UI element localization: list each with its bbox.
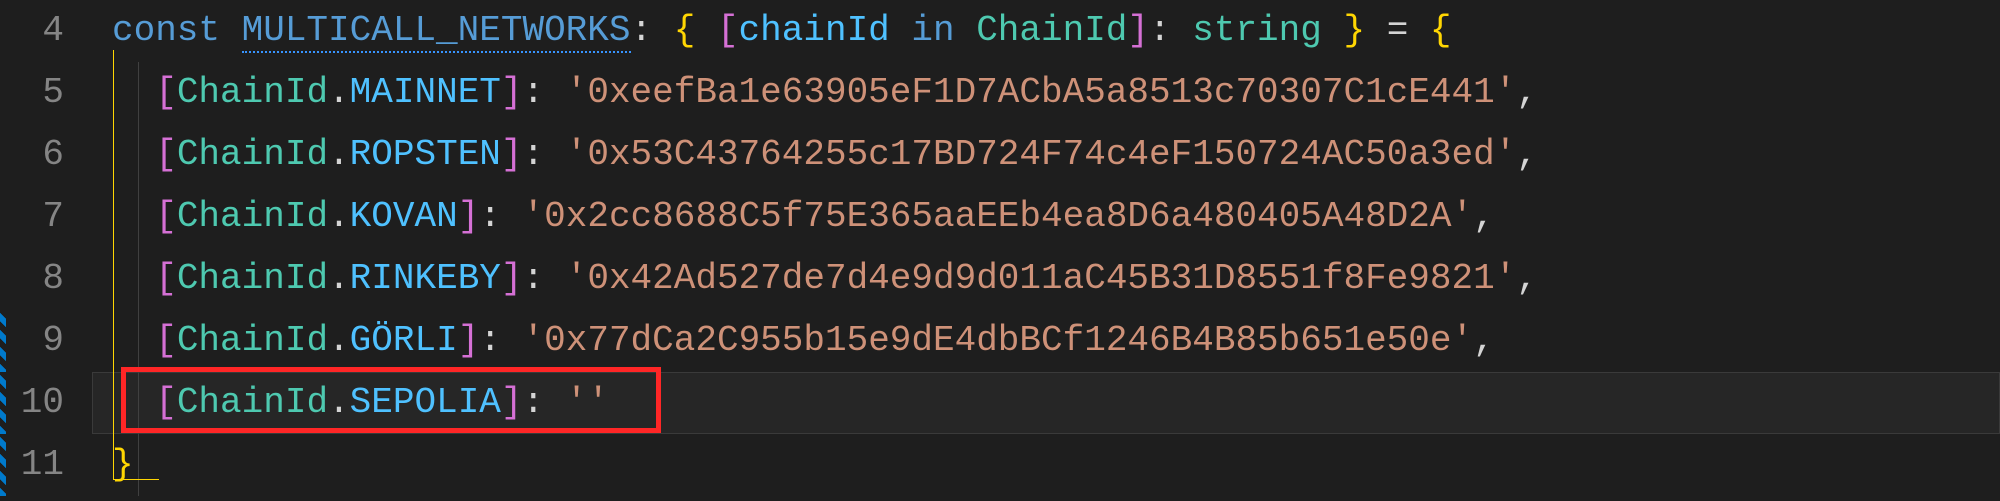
code-token: chainId	[739, 10, 912, 51]
code-token: SEPOLIA	[350, 382, 501, 423]
code-token	[695, 10, 717, 51]
code-content[interactable]: [ChainId.GÖRLI]: '0x77dCa2C955b15e9dE4db…	[92, 310, 2000, 372]
code-line[interactable]: 4const MULTICALL_NETWORKS: { [chainId in…	[0, 0, 2000, 62]
code-line[interactable]: 5 [ChainId.MAINNET]: '0xeefBa1e63905eF1D…	[0, 62, 2000, 124]
code-token: [	[155, 258, 177, 299]
code-token: ChainId	[177, 196, 328, 237]
code-token: [	[155, 320, 177, 361]
code-token: ChainId	[976, 10, 1127, 51]
code-token: :	[523, 382, 566, 423]
code-token: [	[717, 10, 739, 51]
code-content[interactable]: [ChainId.ROPSTEN]: '0x53C43764255c17BD72…	[92, 124, 2000, 186]
code-token: ChainId	[177, 134, 328, 175]
code-token: ROPSTEN	[350, 134, 501, 175]
code-token: ]	[501, 258, 523, 299]
code-token: KOVAN	[350, 196, 458, 237]
code-token: '0xeefBa1e63905eF1D7ACbA5a8513c70307C1cE…	[566, 72, 1517, 113]
line-number: 11	[0, 434, 92, 496]
code-token: ChainId	[177, 258, 328, 299]
code-token: {	[1430, 10, 1452, 51]
code-content[interactable]: [ChainId.SEPOLIA]: ''	[92, 372, 2000, 434]
code-line[interactable]: 10 [ChainId.SEPOLIA]: ''	[0, 372, 2000, 434]
code-line[interactable]: 7 [ChainId.KOVAN]: '0x2cc8688C5f75E365aa…	[0, 186, 2000, 248]
code-token: '0x53C43764255c17BD724F74c4eF150724AC50a…	[566, 134, 1517, 175]
code-token: string	[1192, 10, 1322, 51]
code-token: ,	[1473, 320, 1495, 361]
code-content[interactable]: [ChainId.MAINNET]: '0xeefBa1e63905eF1D7A…	[92, 62, 2000, 124]
code-token: .	[328, 196, 350, 237]
code-token: ,	[1516, 72, 1538, 113]
code-token: MULTICALL_NETWORKS	[242, 10, 631, 53]
code-token: :	[523, 72, 566, 113]
code-token: .	[328, 258, 350, 299]
code-token: ]	[501, 134, 523, 175]
code-line[interactable]: 9 [ChainId.GÖRLI]: '0x77dCa2C955b15e9dE4…	[0, 310, 2000, 372]
code-content[interactable]: const MULTICALL_NETWORKS: { [chainId in …	[92, 0, 2000, 62]
code-token: ]	[501, 382, 523, 423]
code-token: ChainId	[177, 320, 328, 361]
line-number: 8	[0, 248, 92, 310]
line-number: 7	[0, 186, 92, 248]
line-number: 10	[0, 372, 92, 434]
code-token: {	[674, 10, 696, 51]
line-number: 6	[0, 124, 92, 186]
code-token: :	[1149, 10, 1192, 51]
code-content[interactable]: }	[92, 434, 2000, 496]
line-number: 9	[0, 310, 92, 372]
code-token: :	[479, 320, 522, 361]
code-token: '0x77dCa2C955b15e9dE4dbBCf1246B4B85b651e…	[523, 320, 1474, 361]
code-token: :	[523, 134, 566, 175]
code-token: [	[155, 196, 177, 237]
code-token: ,	[1516, 258, 1538, 299]
line-number: 4	[0, 0, 92, 62]
code-token: :	[523, 258, 566, 299]
code-token: RINKEBY	[350, 258, 501, 299]
code-editor[interactable]: 4const MULTICALL_NETWORKS: { [chainId in…	[0, 0, 2000, 501]
code-token: [	[155, 72, 177, 113]
code-token: }	[1343, 10, 1365, 51]
code-token: =	[1365, 10, 1430, 51]
code-token: '0x42Ad527de7d4e9d9d011aC45B31D8551f8Fe9…	[566, 258, 1517, 299]
code-token: [	[155, 382, 177, 423]
code-token	[1322, 10, 1344, 51]
line-number: 5	[0, 62, 92, 124]
code-line[interactable]: 8 [ChainId.RINKEBY]: '0x42Ad527de7d4e9d9…	[0, 248, 2000, 310]
code-token: ''	[566, 382, 609, 423]
code-token: ,	[1473, 196, 1495, 237]
code-token: ]	[458, 196, 480, 237]
code-token: ChainId	[177, 72, 328, 113]
code-token: [	[155, 134, 177, 175]
code-token: ]	[1127, 10, 1149, 51]
code-line[interactable]: 6 [ChainId.ROPSTEN]: '0x53C43764255c17BD…	[0, 124, 2000, 186]
code-token: }	[112, 444, 134, 485]
code-token: MAINNET	[350, 72, 501, 113]
code-token: GÖRLI	[350, 320, 458, 361]
code-content[interactable]: [ChainId.RINKEBY]: '0x42Ad527de7d4e9d9d0…	[92, 248, 2000, 310]
code-token: .	[328, 134, 350, 175]
code-token: ,	[1516, 134, 1538, 175]
code-token: ]	[501, 72, 523, 113]
code-token: .	[328, 72, 350, 113]
code-token: :	[479, 196, 522, 237]
code-token: :	[631, 10, 674, 51]
code-token: ChainId	[177, 382, 328, 423]
code-token: .	[328, 320, 350, 361]
code-token: .	[328, 382, 350, 423]
code-content[interactable]: [ChainId.KOVAN]: '0x2cc8688C5f75E365aaEE…	[92, 186, 2000, 248]
code-token: '0x2cc8688C5f75E365aaEEb4ea8D6a480405A48…	[523, 196, 1474, 237]
code-token: in	[911, 10, 976, 51]
code-line[interactable]: 11}	[0, 434, 2000, 496]
code-token: const	[112, 10, 242, 51]
code-token: ]	[458, 320, 480, 361]
